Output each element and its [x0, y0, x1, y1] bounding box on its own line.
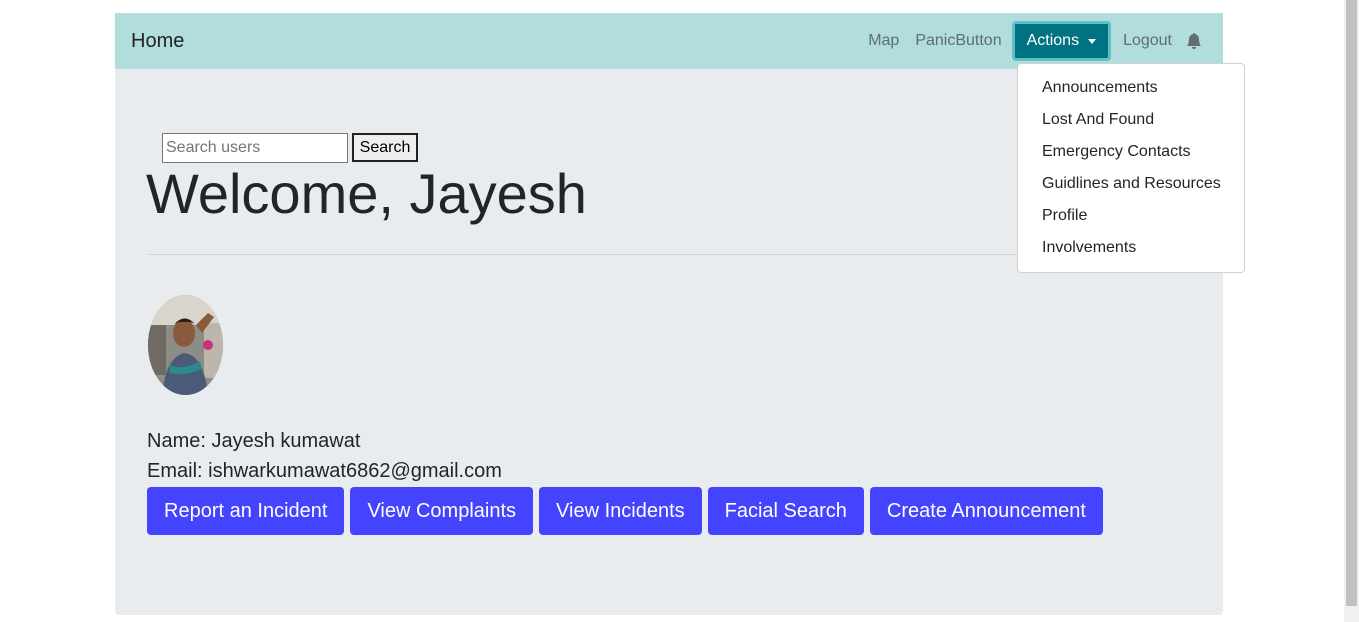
navbar: Home Map PanicButton Actions Logout [115, 13, 1223, 69]
panic-button-link[interactable]: PanicButton [907, 32, 1009, 50]
actions-label: Actions [1026, 32, 1080, 49]
nav-right: Map PanicButton Actions Logout [860, 13, 1202, 69]
facial-search-button[interactable]: Facial Search [707, 487, 864, 535]
menu-item-involvements[interactable]: Involvements [1018, 232, 1244, 264]
menu-item-guidelines-resources[interactable]: Guidlines and Resources [1018, 168, 1244, 200]
action-buttons: Report an Incident View Complaints View … [147, 487, 1109, 535]
menu-item-announcements[interactable]: Announcements [1018, 72, 1244, 104]
logout-link[interactable]: Logout [1115, 32, 1180, 50]
actions-dropdown-toggle[interactable]: Actions [1011, 21, 1112, 61]
view-complaints-button[interactable]: View Complaints [350, 487, 534, 535]
avatar [148, 295, 223, 395]
welcome-heading: Welcome, Jayesh [146, 162, 587, 225]
page-scrollbar[interactable] [1344, 0, 1359, 622]
bell-icon[interactable] [1186, 32, 1202, 49]
home-link[interactable]: Home [131, 30, 184, 53]
profile-name: Name: Jayesh kumawat [147, 430, 361, 452]
profile-email: Email: ishwarkumawat6862@gmail.com [147, 460, 502, 482]
view-incidents-button[interactable]: View Incidents [539, 487, 702, 535]
actions-dropdown-menu: Announcements Lost And Found Emergency C… [1017, 63, 1245, 273]
caret-down-icon [1088, 38, 1097, 44]
map-link[interactable]: Map [860, 32, 907, 50]
report-incident-button[interactable]: Report an Incident [147, 487, 345, 535]
menu-item-lost-and-found[interactable]: Lost And Found [1018, 104, 1244, 136]
menu-item-emergency-contacts[interactable]: Emergency Contacts [1018, 136, 1244, 168]
menu-item-profile[interactable]: Profile [1018, 200, 1244, 232]
search-button[interactable]: Search [352, 133, 418, 162]
scrollbar-thumb[interactable] [1346, 0, 1357, 606]
create-announcement-button[interactable]: Create Announcement [869, 487, 1103, 535]
search-users-input[interactable] [162, 133, 348, 163]
